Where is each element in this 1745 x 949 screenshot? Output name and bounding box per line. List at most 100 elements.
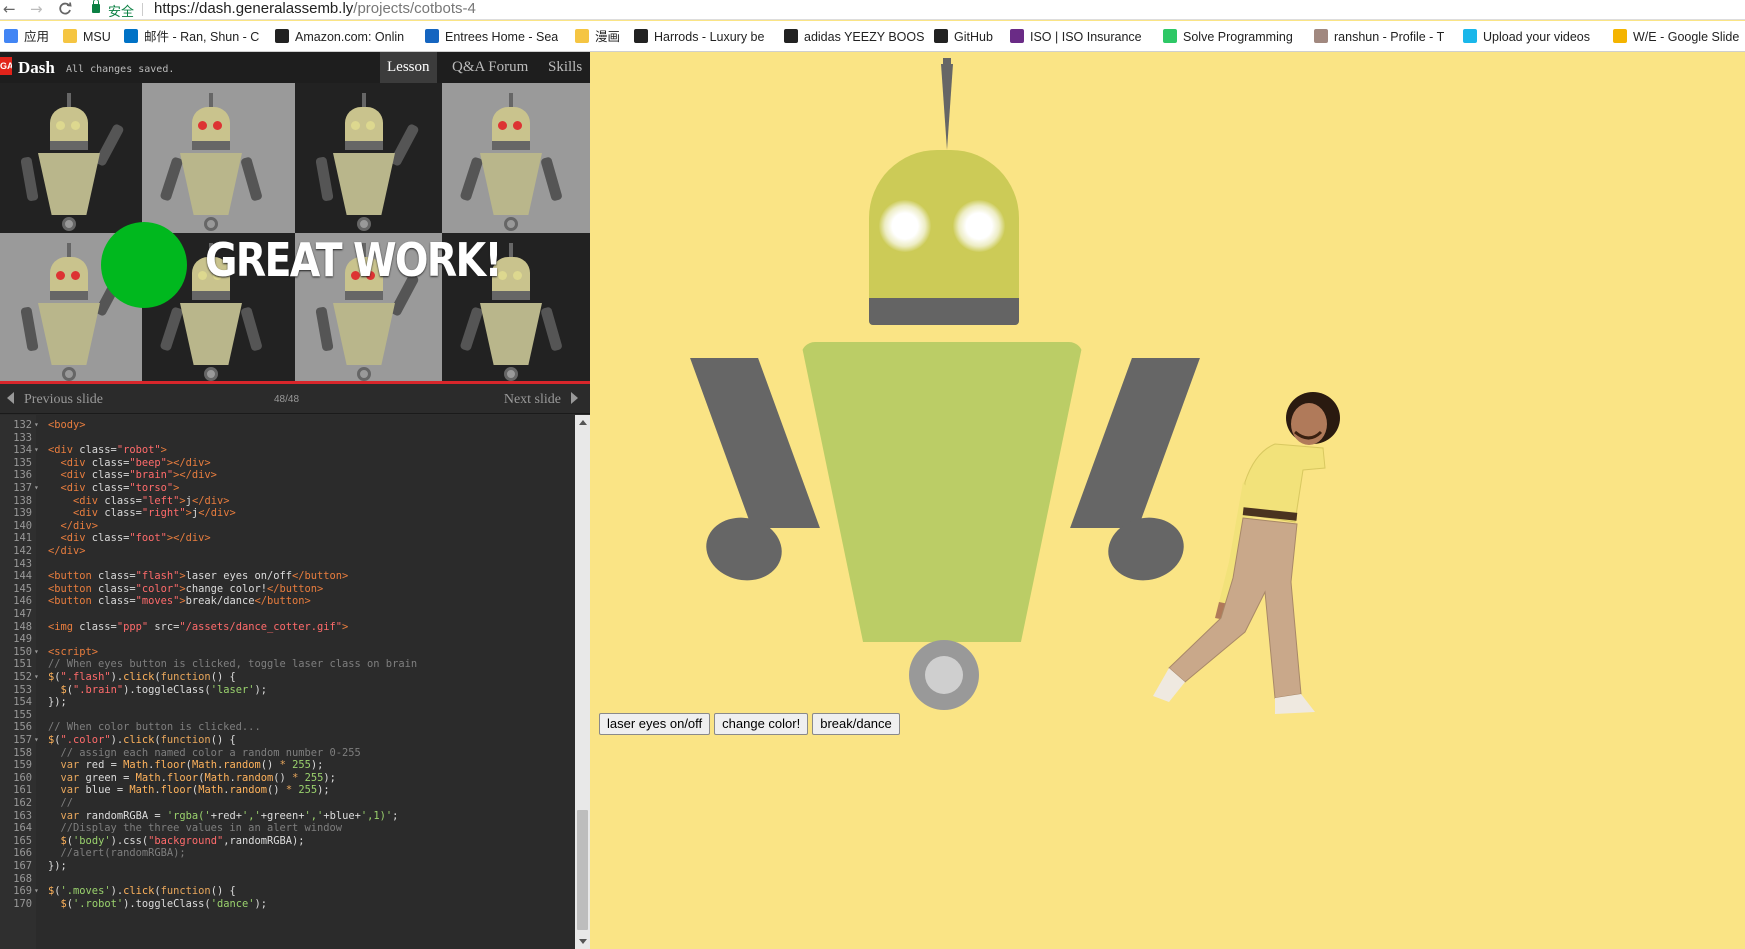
slides-icon [1613, 29, 1627, 43]
url-host[interactable]: https://dash.generalassemb.ly [154, 0, 353, 17]
slide-robot-tile [295, 83, 442, 233]
code-text: var red = Math.floor(Math.random() * 255… [60, 759, 324, 772]
bookmark-5[interactable]: 漫画 [575, 28, 620, 46]
code-text: <img class="ppp" src="/assets/dance_cott… [48, 620, 349, 633]
tab-qa-forum[interactable]: Q&A Forum [445, 52, 535, 83]
bookmark-1[interactable]: MSU [63, 28, 111, 46]
code-text: }); [48, 696, 67, 709]
url-field[interactable]: https://dash.generalassemb.ly/projects/c… [154, 0, 476, 18]
slide-counter: 48/48 [274, 394, 300, 405]
code-text: // When eyes button is clicked, toggle l… [48, 658, 418, 671]
lock-icon [92, 0, 100, 13]
editor-scrollbar[interactable] [575, 415, 590, 949]
code-text: $(".brain").toggleClass('laser'); [60, 683, 267, 696]
bookmark-4[interactable]: Entrees Home - Sea [425, 28, 558, 46]
code-editor[interactable]: 132 ▾ <body> 133 134 ▾ <div class="robot"> 135 … [0, 415, 590, 949]
ga-logo[interactable]: GA [0, 57, 12, 75]
code-text: <button class="moves">break/dance</butto… [48, 595, 311, 608]
bookmark-10[interactable]: Solve Programming [1163, 28, 1293, 46]
line-number: 170 [13, 897, 32, 910]
change-color-button[interactable]: change color! [714, 713, 809, 735]
code-text: $(".flash").click(function() { [48, 671, 236, 683]
code-line[interactable]: 170 $('.robot').toggleClass('dance'); [0, 897, 575, 911]
bookmark-label: 应用 [24, 30, 50, 44]
code-text: $('body').css("background",randomRGBA); [60, 834, 305, 847]
next-slide-label: Next slide [503, 392, 561, 407]
profile-icon [1314, 29, 1328, 43]
bookmark-12[interactable]: Upload your videos [1463, 28, 1590, 46]
code-text: <button class="flash">laser eyes on/off<… [48, 570, 349, 583]
code-text: var green = Math.floor(Math.random() * 2… [60, 771, 336, 784]
code-text: //alert(randomRGBA); [60, 847, 186, 860]
dash-title[interactable]: Dash [18, 58, 55, 78]
bookmark-label: GitHub [954, 30, 993, 44]
tab-lesson[interactable]: Lesson [380, 52, 437, 83]
bookmark-11[interactable]: ranshun - Profile - T [1314, 28, 1444, 46]
robot-right-eye-laser [953, 200, 1005, 252]
dash-panel: GA Dash All changes saved. Lesson Q&A Fo… [0, 52, 590, 949]
previous-slide-button[interactable]: Previous slide [7, 392, 103, 408]
dancing-man-image [1125, 382, 1365, 718]
slide-navigation: Previous slide 48/48 Next slide [0, 384, 590, 414]
iso-icon [1010, 29, 1024, 43]
dash-header: GA Dash All changes saved. Lesson Q&A Fo… [0, 52, 590, 83]
code-text: // [60, 797, 74, 809]
bookmark-2[interactable]: 邮件 - Ran, Shun - C [124, 28, 259, 46]
code-text: $(".color").click(function() { [48, 734, 236, 746]
folder-icon [575, 29, 589, 43]
bookmark-7[interactable]: adidas YEEZY BOOS [784, 28, 924, 46]
code-text: // When color button is clicked... [48, 721, 261, 734]
break-dance-button[interactable]: break/dance [812, 713, 900, 735]
code-text: <div class="right">j</div> [73, 507, 236, 520]
bookmark-label: Entrees Home - Sea [445, 30, 559, 44]
preview-stage: laser eyes on/off change color! break/da… [591, 52, 1745, 949]
slide-robot-tile [442, 83, 590, 233]
scrollbar-thumb[interactable] [577, 810, 588, 930]
hackerrank-icon [1163, 29, 1177, 43]
reload-icon[interactable] [58, 0, 72, 20]
laser-eyes-button[interactable]: laser eyes on/off [599, 713, 711, 735]
bookmark-label: 邮件 - Ran, Shun - C [144, 30, 260, 44]
tab-skills[interactable]: Skills [541, 52, 589, 83]
github-icon [934, 29, 948, 43]
folder-icon [63, 29, 77, 43]
bookmark-9[interactable]: ISO | ISO Insurance [1010, 28, 1142, 46]
chevron-right-icon [571, 392, 578, 404]
stage-button-row: laser eyes on/off change color! break/da… [599, 713, 900, 735]
slide-robot-tile [142, 83, 295, 233]
bookmark-label: ISO | ISO Insurance [1030, 30, 1142, 44]
url-path[interactable]: /projects/cotbots-4 [353, 0, 476, 17]
lesson-slide: GREAT WORK! [0, 83, 590, 383]
bookmark-label: ranshun - Profile - T [1334, 30, 1445, 44]
bookmark-0[interactable]: 应用 [4, 28, 49, 46]
next-slide-button[interactable]: Next slide [504, 392, 578, 408]
code-text: }); [48, 860, 67, 872]
apps-grid-icon [4, 29, 18, 43]
code-text: $('.robot').toggleClass('dance'); [60, 897, 267, 910]
code-text: <div class="robot"> [48, 444, 167, 457]
code-text: <div class="left">j</div> [73, 494, 230, 507]
forward-icon[interactable]: → [30, 0, 43, 18]
code-text: $('.moves').click(function() { [48, 885, 236, 898]
bookmark-6[interactable]: Harrods - Luxury be [634, 28, 764, 46]
bookmark-8[interactable]: GitHub [934, 28, 993, 46]
back-icon[interactable]: ← [3, 0, 16, 18]
code-text: <script> [48, 645, 99, 658]
secure-label: 安全 [108, 4, 135, 19]
bookmarks-bar: 应用 MSU 邮件 - Ran, Shun - C Amazon.com: Onlin… [0, 21, 1745, 52]
adidas-icon [784, 29, 798, 43]
code-text: <div class="brain"></div> [60, 469, 217, 482]
dominos-icon [425, 29, 439, 43]
divider [142, 3, 143, 16]
robot-wheel-hub [925, 656, 963, 694]
code-text: <div class="foot"></div> [60, 532, 211, 545]
bookmark-3[interactable]: Amazon.com: Onlin [275, 28, 404, 46]
bookmark-label: W/E - Google Slide [1633, 30, 1740, 44]
bookmark-13[interactable]: W/E - Google Slide [1613, 28, 1739, 46]
slide-robot-tile [0, 83, 142, 233]
chevron-left-icon [7, 392, 14, 404]
scroll-up-icon[interactable] [579, 420, 587, 425]
code-text: var blue = Math.floor(Math.random() * 25… [60, 784, 330, 797]
scroll-down-icon[interactable] [579, 939, 587, 944]
success-dot [101, 222, 187, 308]
